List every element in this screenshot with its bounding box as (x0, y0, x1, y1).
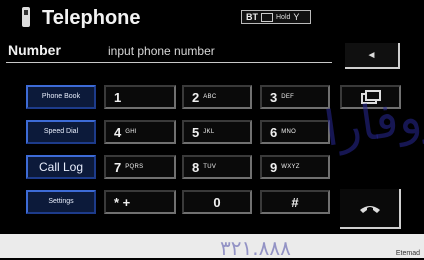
calllog-button[interactable]: Call Log (26, 155, 96, 179)
key-9[interactable]: 9 WXYZ (260, 155, 330, 179)
key-digit: # (291, 194, 299, 210)
page-title: Telephone (42, 7, 141, 29)
backspace-icon: ◄ (366, 49, 377, 61)
key-0[interactable]: 0 (182, 190, 252, 214)
key-digit: 0 (213, 194, 221, 210)
speeddial-button[interactable]: Speed Dial (26, 120, 96, 144)
key-7[interactable]: 7 PQRS (104, 155, 176, 179)
battery-icon (261, 12, 273, 22)
bottom-strip: Etemad (0, 234, 424, 258)
key-5[interactable]: 5 JKL (182, 120, 252, 144)
key-letters: WXYZ (281, 164, 300, 170)
key-letters: DEF (281, 94, 295, 100)
number-label: Number (8, 42, 61, 58)
settings-label: Settings (48, 198, 74, 205)
key-1[interactable]: 1 (104, 85, 176, 109)
watermark-credit: Etemad (395, 250, 420, 257)
call-button[interactable] (340, 189, 401, 229)
status-text: Hold (276, 13, 291, 21)
key-digit: 7 (114, 159, 122, 175)
key-letters: TUV (203, 164, 217, 170)
key-6[interactable]: 6 MNO (260, 120, 330, 144)
call-handset-icon (359, 206, 380, 213)
telephone-screen: Telephone BT Hold Y Number input phone n… (0, 0, 424, 234)
key-digit: * + (114, 194, 131, 210)
settings-button[interactable]: Settings (26, 190, 96, 214)
phonebook-button[interactable]: Phone Book (26, 85, 96, 109)
status-indicator: BT Hold Y (241, 10, 311, 24)
calllog-label: Call Log (38, 160, 84, 174)
key-digit: 6 (270, 124, 278, 140)
key-2[interactable]: 2 ABC (182, 85, 252, 109)
phonebook-label: Phone Book (41, 93, 81, 100)
bluetooth-icon: BT (246, 12, 258, 22)
key-digit: 3 (270, 89, 278, 105)
key-digit: 1 (114, 89, 122, 105)
signal-icon: Y (293, 12, 300, 22)
key-4[interactable]: 4 GHI (104, 120, 176, 144)
key-digit: 9 (270, 159, 278, 175)
key-digit: 2 (192, 89, 200, 105)
key-letters: PQRS (125, 164, 144, 170)
key-star[interactable]: * + (104, 190, 176, 214)
number-underline (6, 62, 332, 63)
key-letters: JKL (203, 129, 215, 135)
key-digit: 4 (114, 124, 122, 140)
speeddial-label: Speed Dial (43, 128, 79, 135)
watermark-number: ٣٢١.٨٨٨ (220, 236, 291, 260)
key-8[interactable]: 8 TUV (182, 155, 252, 179)
key-digit: 8 (192, 159, 200, 175)
backspace-button[interactable]: ◄ (345, 43, 400, 69)
number-input[interactable]: input phone number (108, 44, 215, 58)
key-letters: ABC (203, 94, 217, 100)
key-hash[interactable]: # (260, 190, 330, 214)
key-letters: MNO (281, 129, 297, 135)
phone-handset-icon (22, 7, 30, 27)
key-digit: 5 (192, 124, 200, 140)
key-letters: GHI (125, 129, 137, 135)
key-3[interactable]: 3 DEF (260, 85, 330, 109)
